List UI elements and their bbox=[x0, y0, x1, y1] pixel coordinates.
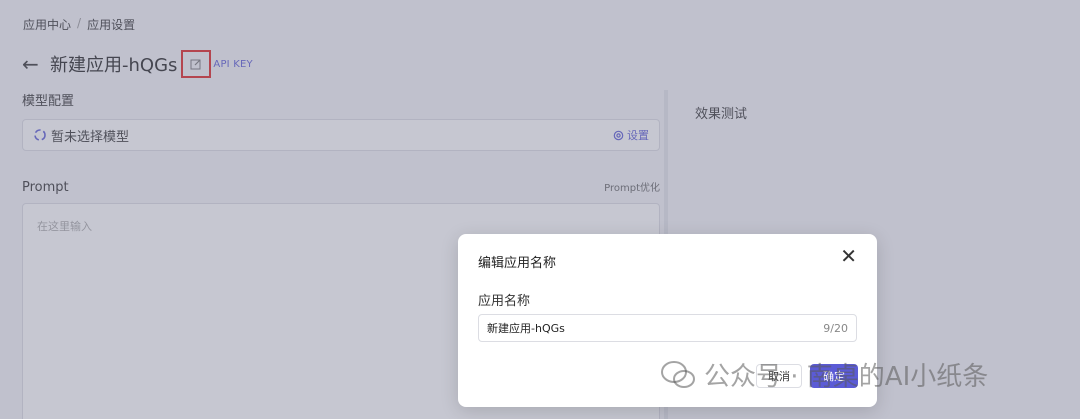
wechat-icon bbox=[661, 360, 695, 388]
app-name-label: 应用名称 bbox=[478, 294, 531, 309]
app-name-input[interactable] bbox=[487, 321, 824, 335]
watermark-text: 公众号 · 南桌的AI小纸条 bbox=[704, 362, 989, 392]
app-name-field[interactable]: 9/20 bbox=[478, 314, 857, 342]
char-counter: 9/20 bbox=[823, 321, 848, 335]
close-icon[interactable]: ✕ bbox=[840, 246, 857, 266]
watermark: 公众号 · 南桌的AI小纸条 bbox=[660, 356, 988, 393]
dialog-title: 编辑应用名称 bbox=[478, 256, 557, 271]
